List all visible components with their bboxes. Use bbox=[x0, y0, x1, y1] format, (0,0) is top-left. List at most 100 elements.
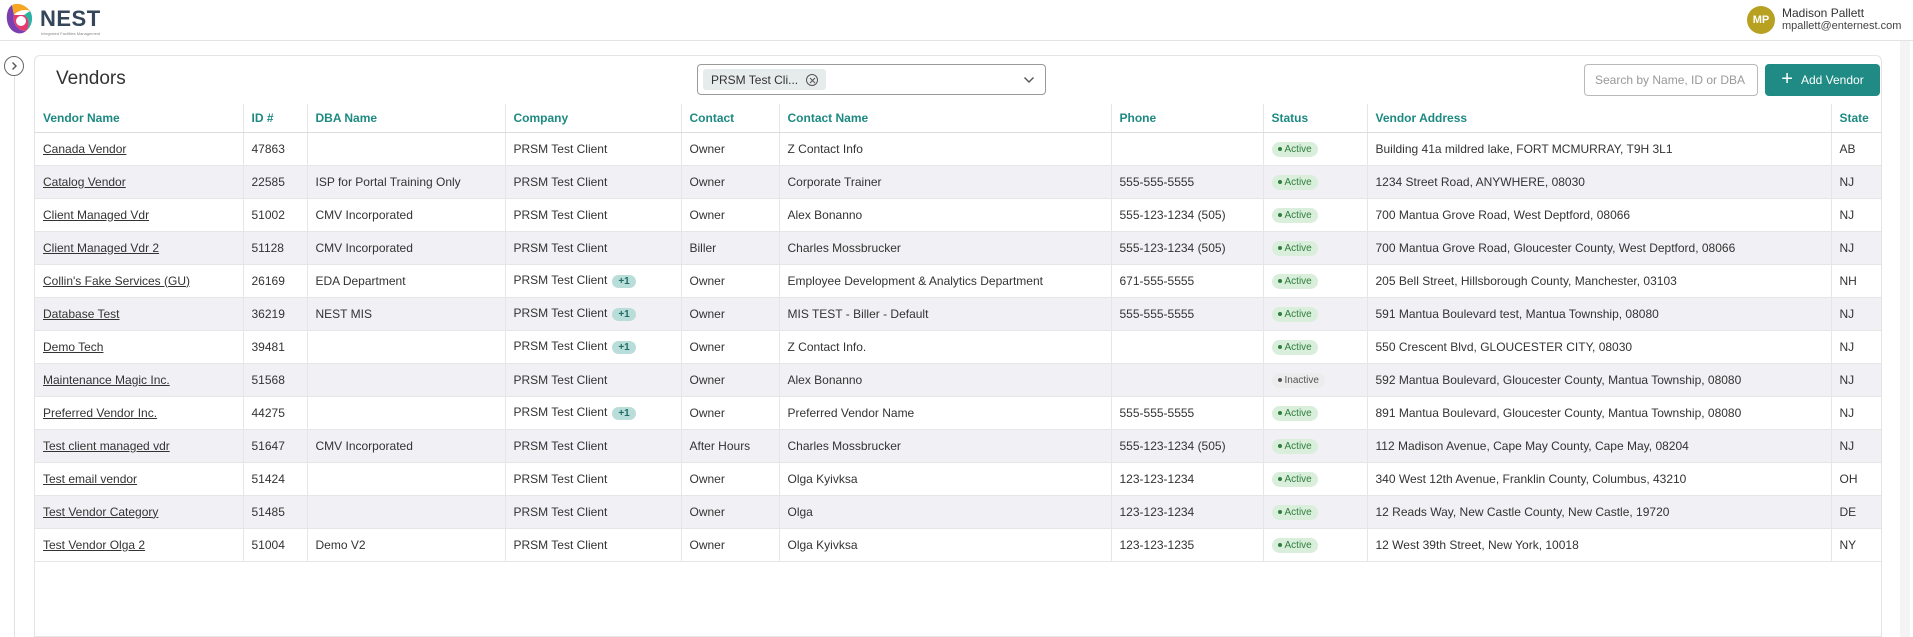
vendor-name-cell: Test Vendor Olga 2 bbox=[35, 528, 244, 562]
column-header[interactable]: Vendor Name bbox=[35, 104, 244, 133]
table-row[interactable]: Canada Vendor 47863 PRSM Test Client Owner Z… bbox=[35, 132, 1881, 166]
status-dot-icon bbox=[1277, 477, 1282, 482]
column-header[interactable]: Vendor Address bbox=[1367, 104, 1832, 133]
status-cell: Active bbox=[1263, 132, 1368, 166]
status-badge: Active bbox=[1271, 306, 1318, 322]
client-filter-select[interactable]: PRSM Test Cli... bbox=[697, 64, 1046, 95]
table-row[interactable]: Client Managed Vdr 51002 CMV Incorporated P… bbox=[35, 198, 1881, 232]
status-label: Active bbox=[1284, 539, 1312, 551]
table-row[interactable]: Test client managed vdr 51647 CMV Incorpor… bbox=[35, 429, 1881, 463]
user-menu[interactable]: MP Madison Pallett mpallett@enternest.co… bbox=[1747, 4, 1901, 36]
status-label: Active bbox=[1284, 242, 1312, 254]
id-cell: 44275 bbox=[243, 396, 308, 430]
vendor-name-link[interactable]: Canada Vendor bbox=[43, 142, 126, 156]
table-row[interactable]: Maintenance Magic Inc. 51568 PRSM Test Cli… bbox=[35, 363, 1881, 397]
vendor-name-link[interactable]: Test Vendor Olga 2 bbox=[43, 538, 145, 552]
vendor-name-link[interactable]: Catalog Vendor bbox=[43, 175, 126, 189]
vendor-name-link[interactable]: Client Managed Vdr bbox=[43, 208, 149, 222]
contact-cell: After Hours bbox=[681, 429, 780, 463]
contact-name-cell: Employee Development & Analytics Departm… bbox=[779, 264, 1112, 298]
vendor-name-link[interactable]: Test email vendor bbox=[43, 472, 137, 486]
vendor-name-link[interactable]: Maintenance Magic Inc. bbox=[43, 373, 170, 387]
chevron-right-icon bbox=[12, 62, 17, 70]
vendor-name-link[interactable]: Collin's Fake Services (GU) bbox=[43, 274, 190, 288]
contact-cell: Owner bbox=[681, 396, 780, 430]
address-cell: 700 Mantua Grove Road, Gloucester County… bbox=[1367, 231, 1832, 265]
contact-name-cell: Z Contact Info bbox=[779, 132, 1112, 166]
phone-cell: 555-123-1234 (505) bbox=[1111, 429, 1264, 463]
status-badge: Active bbox=[1271, 504, 1318, 520]
vendor-name-cell: Test email vendor bbox=[35, 462, 244, 496]
status-cell: Active bbox=[1263, 396, 1368, 430]
id-cell: 47863 bbox=[243, 132, 308, 166]
company-cell: PRSM Test Client bbox=[505, 462, 682, 496]
dba-cell: EDA Department bbox=[307, 264, 506, 298]
state-cell: NJ bbox=[1831, 165, 1881, 199]
status-dot-icon bbox=[1277, 213, 1282, 218]
status-dot-icon bbox=[1277, 411, 1282, 416]
avatar[interactable]: MP bbox=[1747, 6, 1775, 34]
user-email: mpallett@enternest.com bbox=[1782, 20, 1902, 32]
sidebar-expand-button[interactable] bbox=[4, 56, 24, 76]
vendor-name-link[interactable]: Test client managed vdr bbox=[43, 439, 170, 453]
column-header[interactable]: ID # bbox=[243, 104, 308, 133]
contact-cell: Owner bbox=[681, 165, 780, 199]
status-dot-icon bbox=[1277, 444, 1282, 449]
contact-name-cell: Charles Mossbrucker bbox=[779, 231, 1112, 265]
vendor-name-link[interactable]: Database Test bbox=[43, 307, 120, 321]
column-header[interactable]: Contact Name bbox=[779, 104, 1112, 133]
table-row[interactable]: Test Vendor Category 51485 PRSM Test Clien… bbox=[35, 495, 1881, 529]
state-cell: NJ bbox=[1831, 297, 1881, 331]
contact-name-cell: Preferred Vendor Name bbox=[779, 396, 1112, 430]
column-header[interactable]: Phone bbox=[1111, 104, 1264, 133]
contact-cell: Owner bbox=[681, 495, 780, 529]
column-header[interactable]: DBA Name bbox=[307, 104, 506, 133]
page-scrollbar[interactable] bbox=[1900, 41, 1910, 637]
address-cell: 592 Mantua Boulevard, Gloucester County,… bbox=[1367, 363, 1832, 397]
table-row[interactable]: Database Test 36219 NEST MIS PRSM Test Clie… bbox=[35, 297, 1881, 331]
status-dot-icon bbox=[1277, 543, 1282, 548]
column-header[interactable]: Contact bbox=[681, 104, 780, 133]
dba-cell: Demo V2 bbox=[307, 528, 506, 562]
table-row[interactable]: Demo Tech 39481 PRSM Test Client +1 Owner Z C… bbox=[35, 330, 1881, 364]
table-row[interactable]: Test Vendor Olga 2 51004 Demo V2 PRSM Test … bbox=[35, 528, 1881, 562]
table-row[interactable]: Catalog Vendor 22585 ISP for Portal Traini… bbox=[35, 165, 1881, 199]
table-row[interactable]: Client Managed Vdr 2 51128 CMV Incorporate… bbox=[35, 231, 1881, 265]
more-companies-badge[interactable]: +1 bbox=[612, 407, 636, 420]
vendor-name-link[interactable]: Client Managed Vdr 2 bbox=[43, 241, 159, 255]
chevron-down-icon[interactable] bbox=[1023, 75, 1035, 85]
nest-logo[interactable]: NEST Integrated Facilities Management bbox=[4, 1, 104, 39]
status-cell: Active bbox=[1263, 297, 1368, 331]
column-header[interactable]: Status bbox=[1263, 104, 1368, 133]
search-input[interactable] bbox=[1584, 64, 1758, 96]
table-row[interactable]: Collin's Fake Services (GU) 26169 EDA Depa… bbox=[35, 264, 1881, 298]
vendor-name-cell: Client Managed Vdr bbox=[35, 198, 244, 232]
contact-cell: Owner bbox=[681, 363, 780, 397]
id-cell: 51647 bbox=[243, 429, 308, 463]
vendor-name-link[interactable]: Preferred Vendor Inc. bbox=[43, 406, 157, 420]
table-row[interactable]: Preferred Vendor Inc. 44275 PRSM Test Clie… bbox=[35, 396, 1881, 430]
vendor-name-link[interactable]: Demo Tech bbox=[43, 340, 103, 354]
clear-chip-icon[interactable] bbox=[806, 73, 819, 86]
address-cell: 12 Reads Way, New Castle County, New Cas… bbox=[1367, 495, 1832, 529]
client-filter-chip[interactable]: PRSM Test Cli... bbox=[703, 69, 827, 90]
vendor-name-link[interactable]: Test Vendor Category bbox=[43, 505, 158, 519]
table-row[interactable]: Test email vendor 51424 PRSM Test Client Ow… bbox=[35, 462, 1881, 496]
vendor-name-cell: Test Vendor Category bbox=[35, 495, 244, 529]
status-label: Active bbox=[1284, 143, 1312, 155]
status-label: Active bbox=[1284, 407, 1312, 419]
phone-cell: 123-123-1235 bbox=[1111, 528, 1264, 562]
plus-icon: + bbox=[1781, 68, 1793, 90]
add-vendor-button[interactable]: + Add Vendor bbox=[1765, 64, 1880, 96]
column-header[interactable]: State bbox=[1831, 104, 1881, 133]
more-companies-badge[interactable]: +1 bbox=[612, 275, 636, 288]
column-header[interactable]: Company bbox=[505, 104, 682, 133]
state-cell: NY bbox=[1831, 528, 1881, 562]
more-companies-badge[interactable]: +1 bbox=[612, 308, 636, 321]
more-companies-badge[interactable]: +1 bbox=[612, 341, 636, 354]
dba-cell bbox=[307, 495, 506, 529]
contact-name-cell: Z Contact Info. bbox=[779, 330, 1112, 364]
state-cell: NJ bbox=[1831, 231, 1881, 265]
address-cell: 205 Bell Street, Hillsborough County, Ma… bbox=[1367, 264, 1832, 298]
status-dot-icon bbox=[1277, 147, 1282, 152]
